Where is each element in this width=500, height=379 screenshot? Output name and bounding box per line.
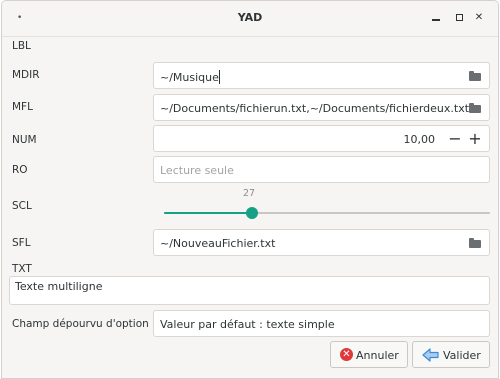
mfl-field[interactable]: ~/Documents/fichierun.txt,~/Documents/fi… bbox=[153, 94, 490, 121]
txt-textarea[interactable]: Texte multiligne bbox=[9, 276, 490, 305]
cancel-button[interactable]: ✕ Annuler bbox=[330, 341, 408, 368]
folder-icon[interactable] bbox=[469, 103, 481, 113]
ro-placeholder: Lecture seule bbox=[160, 164, 234, 177]
close-button[interactable]: ✕ bbox=[472, 11, 486, 25]
scl-slider[interactable] bbox=[164, 207, 490, 219]
champ-field[interactable]: Valeur par défaut : texte simple bbox=[153, 310, 490, 337]
minimize-button[interactable] bbox=[429, 11, 443, 25]
num-value[interactable]: 10,00 bbox=[404, 133, 436, 146]
window-minimize-icon bbox=[432, 19, 440, 21]
text-cursor bbox=[218, 70, 220, 84]
slider-handle[interactable] bbox=[246, 207, 259, 219]
txt-label: TXT bbox=[12, 263, 32, 275]
ok-label: Valider bbox=[443, 349, 481, 362]
ro-label: RO bbox=[12, 164, 28, 176]
mdir-field[interactable]: ~/Musique bbox=[153, 62, 490, 89]
window-maximize-icon bbox=[455, 13, 463, 21]
title-bar: • YAD ✕ bbox=[2, 1, 498, 37]
folder-icon[interactable] bbox=[469, 238, 481, 248]
num-spinbutton[interactable]: 10,00 − + bbox=[153, 125, 490, 152]
folder-icon[interactable] bbox=[469, 71, 481, 81]
mdir-label: MDIR bbox=[12, 69, 40, 81]
maximize-button[interactable] bbox=[452, 11, 466, 25]
increment-button[interactable]: + bbox=[467, 130, 483, 148]
cancel-icon: ✕ bbox=[340, 348, 353, 361]
cancel-label: Annuler bbox=[356, 349, 399, 362]
sfl-value[interactable]: ~/NouveauFichier.txt bbox=[160, 237, 275, 250]
scale-value: 27 bbox=[243, 188, 256, 199]
ro-field: Lecture seule bbox=[153, 156, 490, 183]
mfl-value[interactable]: ~/Documents/fichierun.txt,~/Documents/fi… bbox=[160, 102, 469, 115]
sfl-field[interactable]: ~/NouveauFichier.txt bbox=[153, 229, 490, 256]
mdir-value[interactable]: ~/Musique bbox=[160, 70, 220, 84]
sfl-label: SFL bbox=[12, 237, 31, 249]
champ-value[interactable]: Valeur par défaut : texte simple bbox=[160, 318, 335, 331]
slider-fill bbox=[164, 212, 253, 214]
lbl-label: LBL bbox=[12, 40, 31, 52]
yad-window: • YAD ✕ LBL MDIR ~/Musique MFL ~/Documen… bbox=[1, 0, 499, 379]
mfl-label: MFL bbox=[12, 101, 33, 113]
txt-value[interactable]: Texte multiligne bbox=[15, 280, 102, 293]
ok-button[interactable]: Valider bbox=[412, 341, 490, 368]
window-title: YAD bbox=[237, 11, 263, 24]
champ-label: Champ dépourvu d'option bbox=[12, 318, 149, 330]
scl-label: SCL bbox=[12, 200, 32, 212]
validate-arrow-icon bbox=[422, 347, 440, 366]
decrement-button[interactable]: − bbox=[447, 130, 463, 148]
num-label: NUM bbox=[12, 134, 37, 146]
